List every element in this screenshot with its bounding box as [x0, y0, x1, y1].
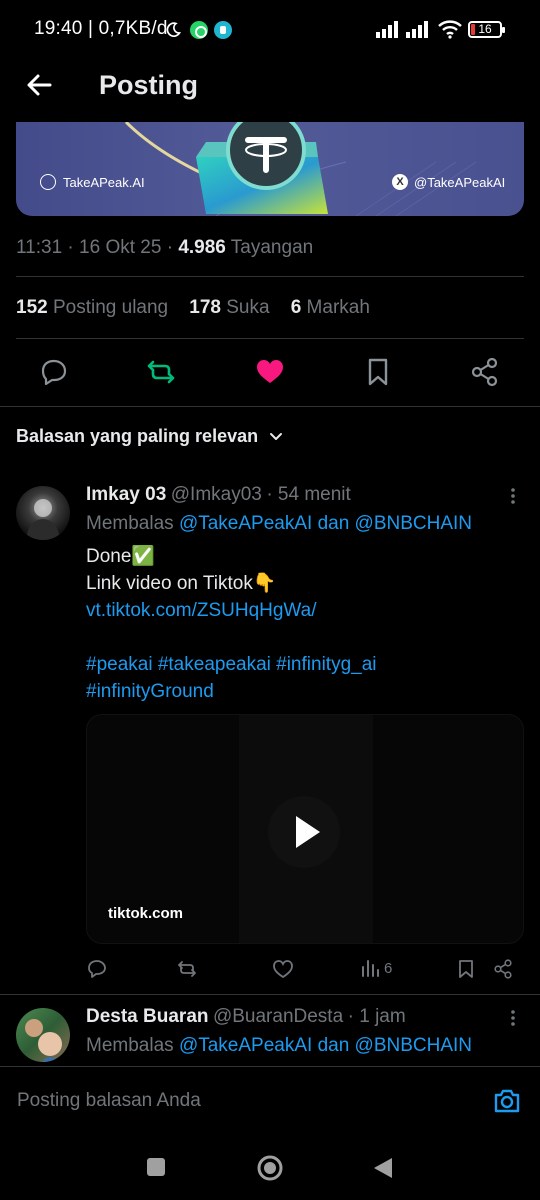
- more-options-icon[interactable]: [503, 1008, 523, 1028]
- reply-icon[interactable]: [38, 356, 70, 388]
- share-icon[interactable]: [469, 356, 501, 388]
- divider: [16, 338, 524, 339]
- post-views-label: Tayangan: [230, 237, 314, 258]
- signal-icon: [376, 21, 398, 38]
- replies-sort-dropdown[interactable]: Balasan yang paling relevan: [16, 426, 284, 447]
- replying-to-mentions[interactable]: @TakeAPeakAI dan @BNBCHAIN: [179, 1035, 472, 1056]
- banner-website-label: TakeAPeak.AI: [40, 174, 145, 190]
- reply-header: Desta Buaran @BuaranDesta · 1 jam: [86, 1006, 406, 1027]
- reply-hashtags-2[interactable]: #infinityGround: [86, 678, 526, 705]
- moon-icon: [166, 22, 181, 37]
- reply-hashtags-1[interactable]: #peakai #takeapeakai #infinityg_ai: [86, 651, 526, 678]
- status-time-speed: 19:40 | 0,7KB/d: [34, 18, 168, 39]
- wifi-icon: [438, 20, 462, 39]
- battery-icon: 16: [468, 21, 505, 38]
- bookmarks-label: Markah: [306, 297, 370, 318]
- back-triangle-icon[interactable]: [372, 1156, 394, 1180]
- play-button[interactable]: [268, 796, 340, 868]
- avatar-photo: [26, 499, 60, 540]
- replying-prefix: Membalas: [86, 513, 174, 534]
- views-stat[interactable]: 6: [360, 958, 392, 978]
- avatar-photo: [25, 1019, 62, 1062]
- bookmarks-stat[interactable]: 6 Markah: [291, 297, 370, 318]
- banner-x-label: X @TakeAPeakAI: [392, 174, 505, 190]
- reply-author-handle[interactable]: @Imkay03: [171, 484, 262, 505]
- post-media-image[interactable]: [16, 122, 524, 216]
- like-heart-icon[interactable]: [272, 958, 294, 980]
- play-icon: [296, 816, 320, 848]
- recents-square-icon[interactable]: [146, 1157, 166, 1177]
- likes-label: Suka: [226, 297, 270, 318]
- replying-prefix: Membalas: [86, 1035, 174, 1056]
- banner-x-handle: @TakeAPeakAI: [414, 174, 506, 190]
- reply-input[interactable]: Posting balasan Anda: [17, 1090, 201, 1112]
- divider: [16, 276, 524, 277]
- reply-line-2: Link video on Tiktok👇: [86, 573, 277, 594]
- views-count: 6: [384, 959, 393, 977]
- avatar[interactable]: [16, 486, 70, 540]
- home-circle-icon[interactable]: [256, 1154, 284, 1182]
- reply-author-name[interactable]: Imkay 03: [86, 484, 166, 505]
- app-notification-icon: [214, 21, 232, 39]
- bookmarks-count: 6: [290, 297, 302, 318]
- share-icon[interactable]: [492, 958, 514, 980]
- x-logo-icon: X: [392, 174, 408, 190]
- post-date: 16 Okt 25: [79, 237, 162, 258]
- likes-stat[interactable]: 178 Suka: [189, 297, 269, 318]
- card-domain: tiktok.com: [108, 905, 184, 922]
- reply-icon[interactable]: [86, 958, 108, 980]
- banner-website-text: TakeAPeak.AI: [63, 174, 145, 190]
- page-title: Posting: [99, 70, 198, 100]
- divider: [0, 994, 540, 995]
- banner-artwork: [124, 122, 477, 216]
- reply-body: Done✅ Link video on Tiktok👇 vt.tiktok.co…: [86, 543, 526, 705]
- reposts-label: Posting ulang: [52, 297, 169, 318]
- chevron-down-icon: [270, 432, 283, 440]
- signal-icon-2: [406, 21, 428, 38]
- globe-icon: [40, 174, 56, 190]
- replies-sort-label: Balasan yang paling relevan: [16, 426, 259, 446]
- back-arrow-icon[interactable]: [22, 68, 56, 102]
- reply-time: 54 menit: [277, 484, 351, 505]
- repost-icon[interactable]: [176, 958, 198, 980]
- post-stats: 152 Posting ulang 178 Suka 6 Markah: [16, 297, 370, 319]
- whatsapp-icon: [190, 21, 208, 39]
- avatar[interactable]: [16, 1008, 70, 1062]
- reposts-count: 152: [16, 297, 48, 318]
- replying-to: Membalas @TakeAPeakAI dan @BNBCHAIN: [86, 1035, 472, 1057]
- reply-time: 1 jam: [359, 1006, 406, 1027]
- reply-author-handle[interactable]: @BuaranDesta: [213, 1006, 343, 1027]
- like-heart-icon[interactable]: [254, 356, 286, 388]
- reply-header: Imkay 03 @Imkay03 · 54 menit: [86, 484, 351, 505]
- bookmark-icon[interactable]: [362, 356, 394, 388]
- top-app-bar: [0, 60, 540, 122]
- post-views-count: 4.986: [178, 237, 226, 258]
- status-bar: 19:40 | 0,7KB/d 16: [0, 0, 540, 60]
- post-time: 11:31: [16, 237, 63, 258]
- bookmark-icon[interactable]: [455, 958, 477, 980]
- more-options-icon[interactable]: [503, 486, 523, 506]
- divider: [0, 406, 540, 407]
- reply-author-name[interactable]: Desta Buaran: [86, 1006, 209, 1027]
- camera-icon[interactable]: [492, 1086, 522, 1116]
- reply-line-1: Done✅: [86, 546, 156, 567]
- replying-to-mentions[interactable]: @TakeAPeakAI dan @BNBCHAIN: [179, 513, 472, 534]
- likes-count: 178: [189, 297, 221, 318]
- reposts-stat[interactable]: 152 Posting ulang: [16, 297, 168, 318]
- analytics-bars-icon: [362, 960, 379, 977]
- reply-link[interactable]: vt.tiktok.com/ZSUHqHgWa/: [86, 597, 526, 624]
- replying-to: Membalas @TakeAPeakAI dan @BNBCHAIN: [86, 513, 472, 535]
- repost-icon[interactable]: [145, 356, 177, 388]
- post-meta: 11:31 · 16 Okt 25 · 4.986 Tayangan: [16, 237, 314, 258]
